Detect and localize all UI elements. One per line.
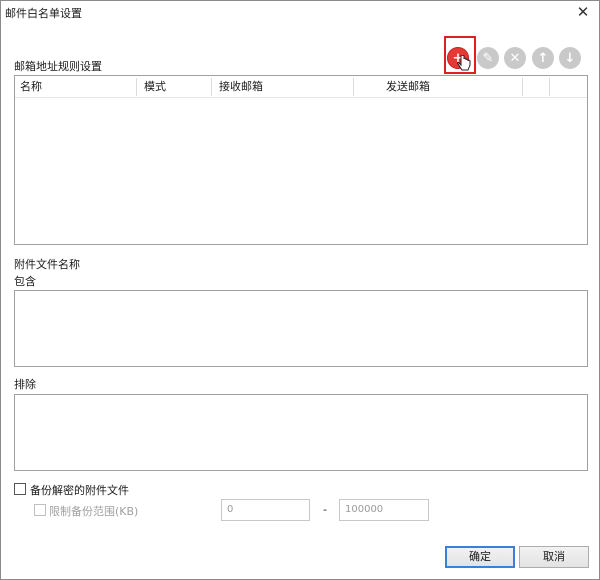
column-header-receive[interactable]: 接收邮箱	[214, 76, 263, 98]
include-label: 包含	[14, 275, 36, 288]
rules-section-label: 邮箱地址规则设置	[14, 60, 102, 73]
backup-checkbox[interactable]	[14, 483, 26, 495]
attachment-section-label: 附件文件名称	[14, 258, 80, 271]
ok-button[interactable]: 确定	[445, 546, 515, 568]
column-divider	[353, 78, 354, 96]
delete-icon[interactable]: ✕	[504, 47, 526, 69]
column-header-mode[interactable]: 模式	[139, 76, 166, 98]
hand-cursor-icon	[457, 55, 471, 71]
column-header-send[interactable]: 发送邮箱	[381, 76, 430, 98]
column-divider	[211, 78, 212, 96]
backup-checkbox-label[interactable]: 备份解密的附件文件	[30, 482, 129, 498]
rules-table[interactable]: 名称 模式 接收邮箱 发送邮箱	[14, 75, 588, 245]
exclude-label: 排除	[14, 378, 36, 391]
table-header: 名称 模式 接收邮箱 发送邮箱	[15, 76, 587, 98]
column-divider	[136, 78, 137, 96]
limit-range-label: 限制备份范围(KB)	[49, 505, 139, 518]
dialog-title: 邮件白名单设置	[5, 7, 82, 20]
limit-range-checkbox[interactable]	[34, 504, 46, 516]
move-up-icon[interactable]: ↑	[532, 47, 554, 69]
range-max-input[interactable]: 100000	[339, 499, 429, 521]
column-divider	[522, 78, 523, 96]
move-down-icon[interactable]: ↓	[559, 47, 581, 69]
exclude-textarea[interactable]	[14, 394, 588, 471]
range-min-input[interactable]: 0	[221, 499, 310, 521]
column-divider	[549, 78, 550, 96]
column-header-name[interactable]: 名称	[15, 76, 42, 98]
edit-icon[interactable]: ✎	[477, 47, 499, 69]
close-icon[interactable]: ✕	[573, 2, 593, 22]
range-separator: -	[323, 503, 327, 516]
whitelist-dialog: 邮件白名单设置 ✕ 邮箱地址规则设置 + ✎ ✕ ↑ ↓ 新建 名称 模式 接收…	[0, 0, 600, 580]
cancel-button[interactable]: 取消	[519, 546, 589, 568]
include-textarea[interactable]	[14, 290, 588, 367]
title-bar: 邮件白名单设置 ✕	[1, 1, 599, 23]
